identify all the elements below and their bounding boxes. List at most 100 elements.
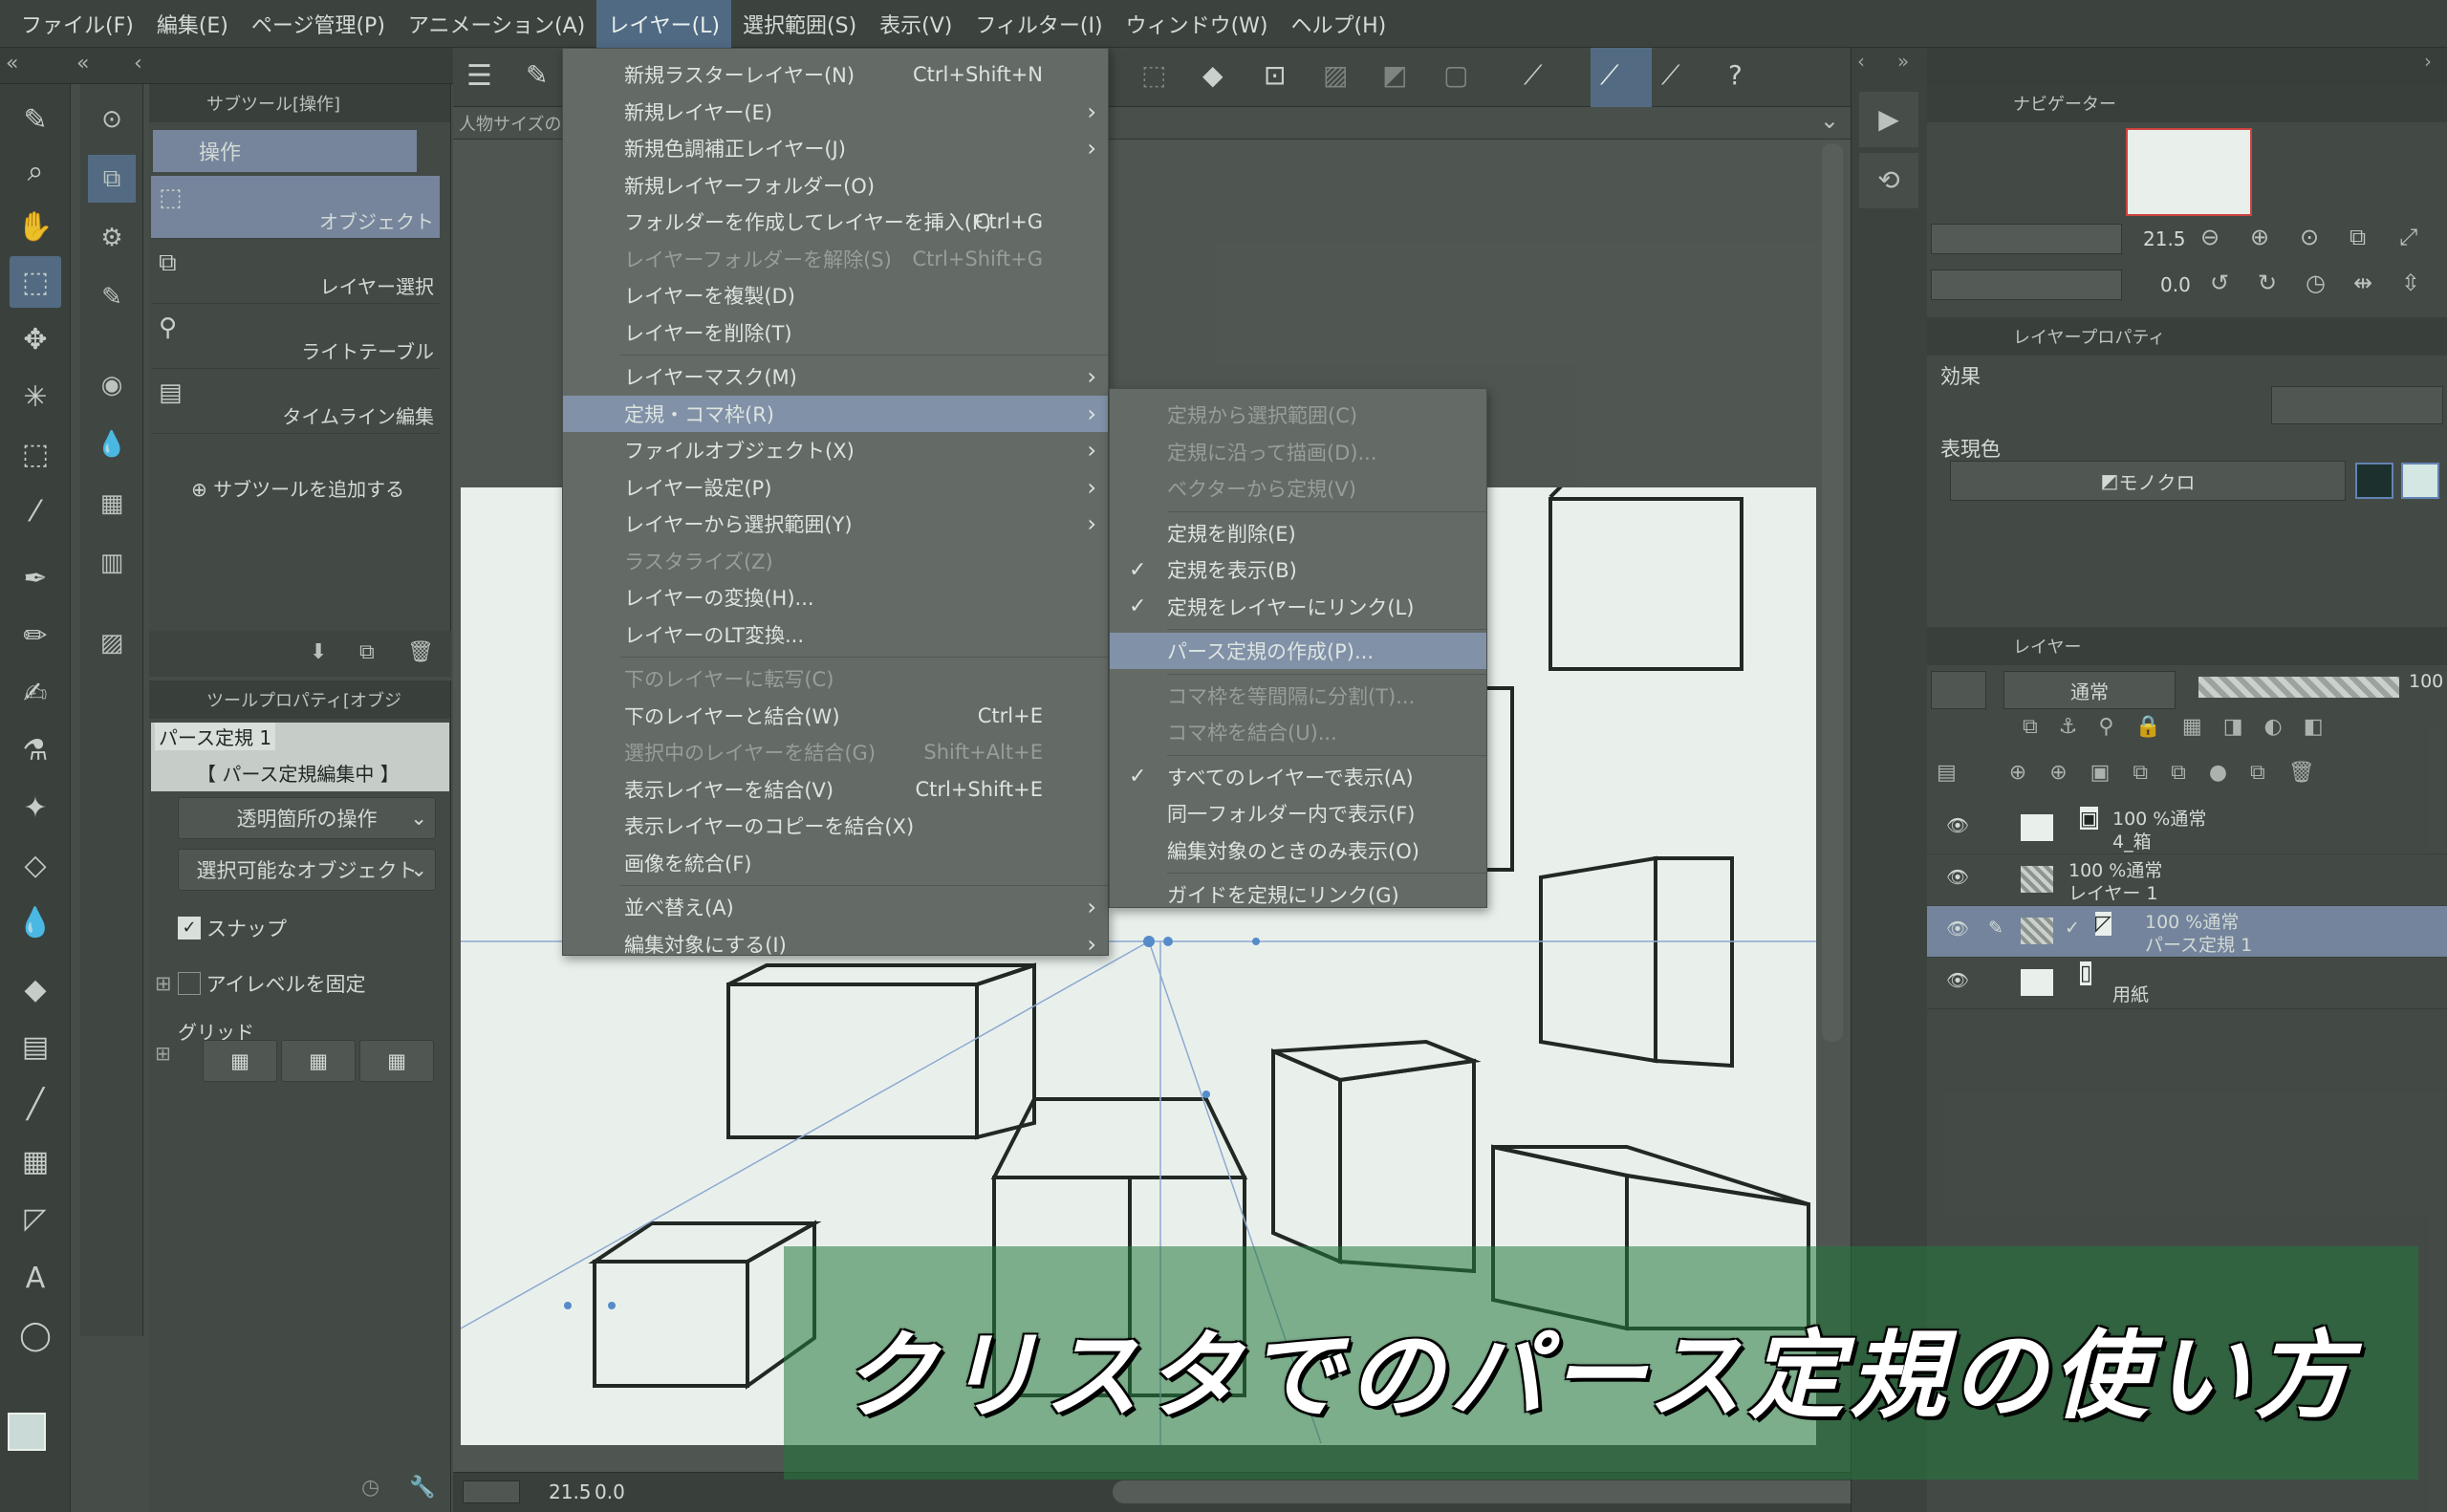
decoration-icon[interactable]: ✦ [10,782,61,833]
subtool-item-object[interactable]: ⬚ オブジェクト [151,176,440,239]
menu-selection[interactable]: 選択範囲(S) [731,0,868,48]
menu-item[interactable]: ラスタライズ(Z) [563,543,1108,579]
pencil-icon[interactable]: ✏ [10,610,61,661]
chevron-right-icon[interactable]: › [2424,50,2432,73]
menu-item[interactable]: ✓ 定規を表示(B) [1110,551,1486,588]
menu-file[interactable]: ファイル(F) [10,0,145,48]
menu-item[interactable]: 表示レイヤーを結合(V) Ctrl+Shift+E [563,771,1108,808]
menu-item[interactable]: 選択中のレイヤーを結合(G) Shift+Alt+E [563,734,1108,770]
menu-item[interactable]: 下のレイヤーと結合(W) Ctrl+E [563,698,1108,734]
blend-mode-select[interactable]: 通常 [2003,671,2176,709]
menu-item[interactable]: 画像を統合(F) [563,845,1108,881]
layer-color-select[interactable] [1931,671,1986,709]
layer-select-icon[interactable]: ⧉ [88,155,136,203]
subtool-item-timeline[interactable]: ▤ タイムライン編集 [151,371,440,434]
menu-view[interactable]: 表示(V) [868,0,964,48]
eyedropper-icon[interactable]: ⁄ [10,486,61,537]
eye-icon[interactable]: 👁 [1946,814,1969,836]
collapse-icon[interactable]: « [6,52,18,76]
layer-row[interactable]: 👁 ▣ 100 %通常 4_箱 [1927,803,2447,854]
menu-page[interactable]: ページ管理(P) [240,0,397,48]
fill-color-swatch[interactable] [2401,463,2439,499]
menu-help[interactable]: ヘルプ(H) [1280,0,1398,48]
menu-item[interactable]: 定規に沿って描画(D)... [1110,434,1486,470]
menu-item[interactable]: 定規・コマ枠(R) › [563,395,1108,432]
menu-item[interactable]: レイヤーを削除(T) [563,314,1108,351]
layer-toolbar-2[interactable]: ▤ ⊕⊕▣⧉⧉●⧉🗑 [1937,761,2443,799]
layer-row[interactable]: 👁 ✎ ✓ ◸ 100 %通常 パース定規 1 [1927,906,2447,958]
grid-xy-button[interactable]: ▦ [203,1040,277,1082]
menu-item[interactable]: 新規レイヤーフォルダー(O) [563,167,1108,204]
color-icon[interactable]: ◉ [88,361,136,409]
menu-item[interactable]: 定規から選択範囲(C) [1110,397,1486,433]
menu-item[interactable]: 下のレイヤーに転写(C) [563,660,1108,697]
duplicate-icon[interactable]: ⧉ [359,640,375,664]
texture-icon[interactable]: ▦ [88,480,136,528]
transform-icon[interactable]: ⬚ [1141,59,1166,91]
blend-icon[interactable]: 💧 [10,896,61,948]
history-icon[interactable]: ⟲ [1859,153,1918,208]
clear-icon[interactable]: ▨ [1323,59,1348,91]
settings-icon[interactable]: ⚙ [88,214,136,262]
menu-layer[interactable]: レイヤー(L) [596,0,732,48]
main-color-swatch[interactable] [8,1413,46,1451]
edit-icon[interactable]: ✎ [526,59,548,91]
invert-icon[interactable]: ◩ [1382,59,1407,91]
actual-size-icon[interactable]: ⧉ [2350,224,2366,250]
menu-item[interactable]: フォルダーを作成してレイヤーを挿入(F) Ctrl+G [563,204,1108,240]
chevron-left-icon[interactable]: ‹ [134,52,142,76]
selection-icon[interactable]: ⬚ [10,428,61,480]
menu-item[interactable]: パース定規の作成(P)... [1110,633,1486,669]
pen-tool-icon[interactable]: ✎ [10,94,61,145]
zoom-out-icon[interactable]: ⊖ [2200,224,2220,250]
ruler-icon[interactable]: ⟋ [1524,59,1543,92]
menu-item[interactable]: ✓ すべてのレイヤーで表示(A) [1110,759,1486,795]
pen-icon[interactable]: ✎ [88,273,136,321]
menu-item[interactable]: コマ枠を結合(U)... [1110,714,1486,750]
navigator-thumbnail[interactable] [2126,128,2252,216]
grid-xz-button[interactable]: ▦ [359,1040,434,1082]
hand-icon[interactable]: ✋ [10,201,61,252]
text-icon[interactable]: A [10,1252,61,1304]
zoom-slider[interactable] [463,1480,520,1503]
gradient-icon[interactable]: ▤ [10,1021,61,1072]
fill-icon[interactable]: ◆ [1202,59,1224,91]
effect-buttons[interactable] [2271,386,2443,424]
menu-item[interactable]: 同一フォルダー内で表示(F) [1110,795,1486,832]
help-icon[interactable]: ? [1728,59,1743,91]
grid-yz-button[interactable]: ▦ [281,1040,356,1082]
eye-icon[interactable]: 👁 [1946,918,1969,940]
film-icon[interactable]: ▥ [88,539,136,587]
snap-grid-icon[interactable]: ⟋ [1661,59,1680,92]
crop-icon[interactable]: ⊡ [1264,59,1286,91]
menu-filter[interactable]: フィルター(I) [964,0,1114,48]
trash-icon[interactable]: 🗑 [407,640,434,664]
menu-item[interactable]: ガイドを定規にリンク(G) [1110,876,1486,913]
expand-icon[interactable]: ⊞ [155,1042,171,1065]
menu-item[interactable]: レイヤーマスク(M) › [563,358,1108,395]
selectable-object-select[interactable]: 選択可能なオブジェクト ⌄ [178,849,436,891]
operation-icon[interactable]: ⬚ [10,256,61,308]
menu-item[interactable]: レイヤーから選択範囲(Y) › [563,506,1108,542]
zoom-slider[interactable] [1931,224,2122,254]
subtool-item-light-table[interactable]: ⚲ ライトテーブル [151,306,440,369]
vertical-scrollbar[interactable] [1822,143,1843,1042]
menu-item[interactable]: レイヤーフォルダーを解除(S) Ctrl+Shift+G [563,241,1108,277]
menu-item[interactable]: 新規色調補正レイヤー(J) › [563,130,1108,166]
figure-icon[interactable]: ╱ [10,1078,61,1130]
fit-icon[interactable]: ⊙ [2300,224,2319,250]
transparent-op-select[interactable]: 透明箇所の操作 ⌄ [178,797,436,839]
chevron-down-icon[interactable]: ⌄ [1820,107,1839,134]
menu-item[interactable]: 表示レイヤーのコピーを結合(X) [563,808,1108,844]
expand-icon[interactable]: ⊞ [155,972,172,995]
menu-item[interactable]: レイヤーを複製(D) [563,277,1108,313]
eye-level-checkbox[interactable]: ⊞ アイレベルを固定 [155,969,366,998]
menu-item[interactable]: 並べ替え(A) › [563,889,1108,925]
animation-icon[interactable]: ▶ [1859,92,1918,147]
image-icon[interactable]: ▨ [88,619,136,667]
frame-icon[interactable]: ▦ [10,1135,61,1187]
line-color-swatch[interactable] [2355,463,2393,499]
hamburger-icon[interactable]: ☰ [466,59,492,93]
menu-item[interactable]: 新規レイヤー(E) › [563,94,1108,130]
wrench-icon[interactable]: 🔧 [409,1476,435,1500]
